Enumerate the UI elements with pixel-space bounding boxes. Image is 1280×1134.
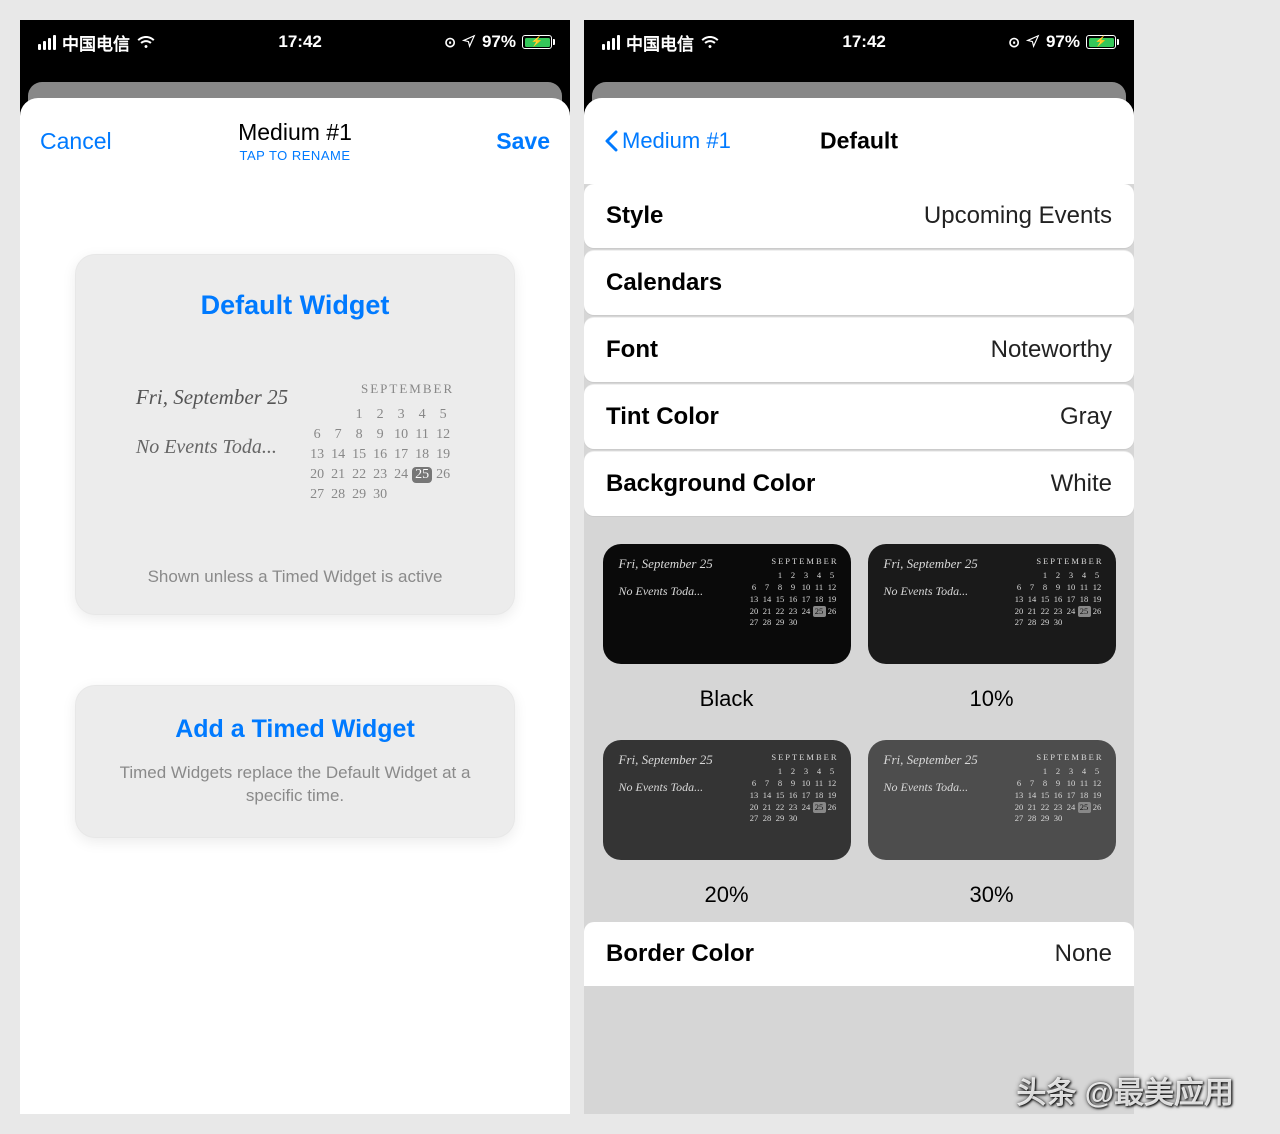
orientation-lock-icon: ⊙ — [1008, 34, 1020, 51]
default-widget-title: Default Widget — [103, 290, 487, 321]
preview-mini-calendar: SEPTEMBER 123456789101112131415161718192… — [306, 381, 454, 507]
swatch-calendar: SEPTEMBER1234567891011121314151617181920… — [1013, 752, 1104, 852]
carrier-label: 中国电信 — [62, 30, 130, 55]
swatch-preview: Fri, September 25 No Events Toda... SEPT… — [603, 740, 851, 860]
battery-icon: ⚡ — [1086, 35, 1116, 49]
swatch-label: 30% — [867, 882, 1116, 908]
add-timed-desc: Timed Widgets replace the Default Widget… — [103, 762, 487, 808]
row-label: Calendars — [606, 269, 722, 297]
status-time: 17:42 — [278, 32, 321, 52]
swatch-calendar: SEPTEMBER1234567891011121314151617181920… — [1013, 556, 1104, 656]
back-label: Medium #1 — [622, 128, 731, 154]
swatch-noevents: No Events Toda... — [884, 584, 1009, 599]
preview-no-events: No Events Toda... — [136, 436, 288, 459]
status-time: 17:42 — [842, 32, 885, 52]
save-button[interactable]: Save — [496, 128, 550, 155]
swatch-30pct[interactable]: Fri, September 25 No Events Toda... SEPT… — [867, 740, 1116, 908]
default-widget-footer: Shown unless a Timed Widget is active — [103, 567, 487, 587]
swatch-label: 10% — [867, 686, 1116, 712]
wifi-icon — [700, 35, 720, 49]
swatch-10pct[interactable]: Fri, September 25 No Events Toda... SEPT… — [867, 544, 1116, 712]
row-border-color[interactable]: Border Color None — [584, 922, 1134, 986]
background-swatches: Fri, September 25 No Events Toda... SEPT… — [584, 518, 1134, 912]
swatch-calendar: SEPTEMBER1234567891011121314151617181920… — [748, 556, 839, 656]
add-timed-title: Add a Timed Widget — [103, 715, 487, 744]
cancel-button[interactable]: Cancel — [40, 128, 112, 155]
row-font[interactable]: Font Noteworthy — [584, 317, 1134, 382]
swatch-calendar: SEPTEMBER1234567891011121314151617181920… — [748, 752, 839, 852]
swatch-noevents: No Events Toda... — [884, 780, 1009, 795]
battery-icon: ⚡ — [522, 35, 552, 49]
battery-percent: 97% — [482, 32, 516, 52]
row-label: Border Color — [606, 940, 754, 968]
phone-screenshot-right: 中国电信 17:42 ⊙ 97% ⚡ — [584, 20, 1134, 1114]
modal-sheet: Medium #1 Default Style Upcoming Events … — [584, 98, 1134, 1114]
location-icon — [1026, 34, 1040, 51]
row-label: Font — [606, 336, 658, 364]
row-value: None — [1055, 940, 1112, 968]
row-calendars[interactable]: Calendars — [584, 250, 1134, 315]
nav-title: Default — [820, 128, 898, 155]
row-tint-color[interactable]: Tint Color Gray — [584, 384, 1134, 449]
swatch-noevents: No Events Toda... — [619, 584, 744, 599]
navbar: Medium #1 Default — [584, 98, 1134, 184]
mini-cal-month: SEPTEMBER — [306, 381, 454, 397]
widget-preview: Fri, September 25 No Events Toda... SEPT… — [103, 381, 487, 507]
row-style[interactable]: Style Upcoming Events — [584, 184, 1134, 248]
phone-screenshot-left: 中国电信 17:42 ⊙ 97% ⚡ Cancel — [20, 20, 570, 1114]
swatch-date: Fri, September 25 — [619, 752, 744, 768]
location-icon — [462, 34, 476, 51]
swatch-noevents: No Events Toda... — [619, 780, 744, 795]
add-timed-widget-card[interactable]: Add a Timed Widget Timed Widgets replace… — [75, 685, 515, 838]
row-value: Gray — [1060, 403, 1112, 431]
row-label: Background Color — [606, 470, 815, 498]
swatch-label: Black — [602, 686, 851, 712]
swatch-preview: Fri, September 25 No Events Toda... SEPT… — [868, 544, 1116, 664]
nav-subtitle[interactable]: TAP TO RENAME — [238, 148, 352, 163]
signal-icon — [38, 35, 56, 50]
row-value: White — [1051, 470, 1112, 498]
back-button[interactable]: Medium #1 — [604, 128, 731, 154]
preview-date: Fri, September 25 — [136, 385, 288, 410]
nav-title[interactable]: Medium #1 — [238, 119, 352, 146]
row-label: Tint Color — [606, 403, 719, 431]
navbar: Cancel Medium #1 TAP TO RENAME Save — [20, 98, 570, 184]
wifi-icon — [136, 35, 156, 49]
signal-icon — [602, 35, 620, 50]
swatch-preview: Fri, September 25 No Events Toda... SEPT… — [603, 544, 851, 664]
swatch-date: Fri, September 25 — [884, 752, 1009, 768]
swatch-label: 20% — [602, 882, 851, 908]
swatch-date: Fri, September 25 — [619, 556, 744, 572]
row-background-color[interactable]: Background Color White — [584, 451, 1134, 516]
row-value: Upcoming Events — [924, 202, 1112, 230]
swatch-20pct[interactable]: Fri, September 25 No Events Toda... SEPT… — [602, 740, 851, 908]
orientation-lock-icon: ⊙ — [444, 34, 456, 51]
swatch-date: Fri, September 25 — [884, 556, 1009, 572]
status-bar: 中国电信 17:42 ⊙ 97% ⚡ — [584, 20, 1134, 64]
default-widget-card[interactable]: Default Widget Fri, September 25 No Even… — [75, 254, 515, 615]
row-value: Noteworthy — [991, 336, 1112, 364]
modal-sheet: Cancel Medium #1 TAP TO RENAME Save Defa… — [20, 98, 570, 1114]
swatch-black[interactable]: Fri, September 25 No Events Toda... SEPT… — [602, 544, 851, 712]
chevron-left-icon — [604, 130, 618, 152]
battery-percent: 97% — [1046, 32, 1080, 52]
status-bar: 中国电信 17:42 ⊙ 97% ⚡ — [20, 20, 570, 64]
row-label: Style — [606, 202, 663, 230]
carrier-label: 中国电信 — [626, 30, 694, 55]
swatch-preview: Fri, September 25 No Events Toda... SEPT… — [868, 740, 1116, 860]
